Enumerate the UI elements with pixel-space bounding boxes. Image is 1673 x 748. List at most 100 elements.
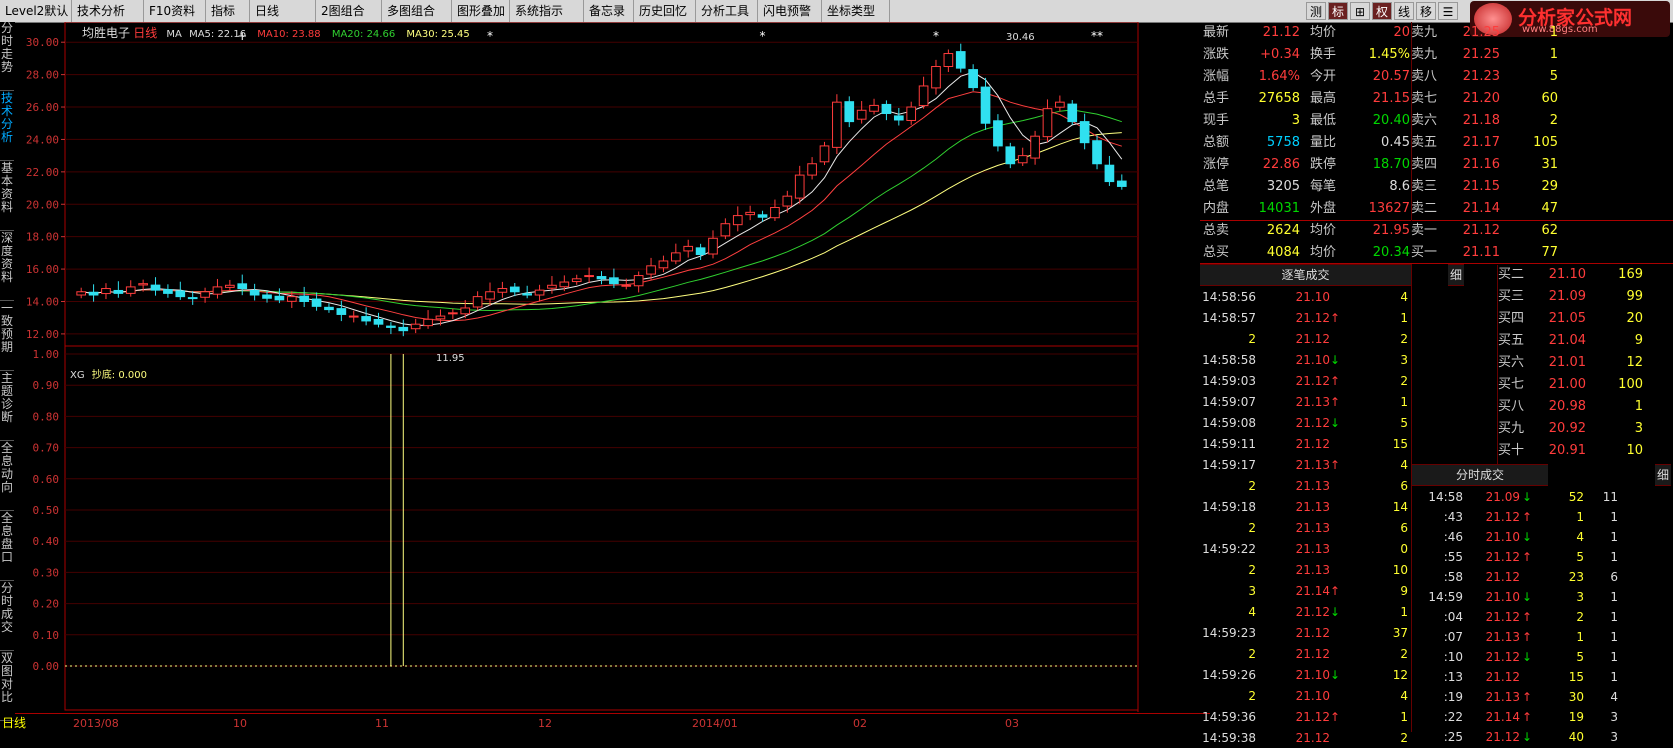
minute-trade-volume: 23 [1568,570,1584,584]
arrow-up-icon [1330,644,1344,664]
toolbar-level2-default[interactable]: Level2默认 [0,0,72,22]
trade-time: 14:59:38 [1202,731,1256,745]
line-icon[interactable]: 线 [1394,2,1414,20]
trade-volume: 3 [1400,353,1408,367]
side-tab-compare[interactable]: 双图对比 [0,652,14,721]
minute-trade-price: 21.10 [1485,530,1520,544]
candle-body [993,120,1003,147]
period-switch-tab[interactable]: 日线 [2,714,26,731]
minute-trade-count: 1 [1610,650,1618,664]
trade-price: 21.10 [1295,668,1330,682]
toolbar-daily[interactable]: 日线 [250,0,316,22]
book-price: 21.09 [1548,289,1586,304]
side-tab-diagnosis[interactable]: 主题诊断 [0,372,14,441]
arrow-up-icon [1330,518,1344,538]
candle-body [658,260,669,269]
quote-label: 外盘 [1310,201,1337,216]
quote-value: 14031 [1258,201,1300,216]
trade-price: 21.12 [1295,374,1330,388]
toolbar-indicator[interactable]: 指标 [206,0,250,22]
arrow-down-icon: ↓ [1522,490,1533,504]
toolbar-tech-analysis[interactable]: 技术分析 [72,0,144,22]
move-icon[interactable]: 移 [1416,2,1436,20]
trade-price: 21.13 [1295,500,1330,514]
side-tab-deep-info[interactable]: 深度资料 [0,232,14,301]
toolbar-axis-type[interactable]: 坐标类型 [822,0,890,22]
candle-body [212,286,223,295]
toolbar-analysis-tools[interactable]: 分析工具 [696,0,758,22]
minute-trade-count: 6 [1610,570,1618,584]
trade-volume: 6 [1400,479,1408,493]
book-volume: 12 [1626,355,1643,370]
date-label: 12 [538,717,552,730]
trade-volume: 0 [1400,542,1408,556]
candle-body [683,245,694,252]
measure-icon[interactable]: 测 [1306,2,1326,20]
arrow-up-icon [1522,567,1534,587]
grid-icon[interactable]: ⊞ [1350,2,1370,20]
rights-icon[interactable]: 权 [1372,2,1392,20]
toolbar-multi-chart-combo[interactable]: 多图组合 [382,0,452,22]
toolbar-memo[interactable]: 备忘录 [584,0,634,22]
side-tab-intraday[interactable]: 分时走势 [0,22,14,91]
toolbar-system-signal[interactable]: 系统指示 [510,0,584,22]
candle-body [968,69,978,89]
minute-trade-volume: 19 [1568,710,1584,724]
side-tab-tech-analysis[interactable]: 技术分析 [0,92,14,161]
quote-label: 总卖 [1203,223,1230,238]
minute-trades-detail-button[interactable]: 细 [1655,464,1671,486]
candle-body [832,101,842,148]
book-price: 21.20 [1462,91,1500,106]
candle-body [708,237,718,255]
minute-trade-count: 4 [1610,690,1618,704]
menu-icon[interactable]: ☰ [1438,2,1458,20]
minute-trade-count: 1 [1610,530,1618,544]
ma10-line [81,91,1122,322]
candle-body [770,206,780,219]
toolbar-f10[interactable]: F10资料 [144,0,206,22]
minute-trade-time: :43 [1443,510,1463,524]
toolbar-history[interactable]: 历史回忆 [634,0,696,22]
candle-body [138,283,148,286]
toolbar-flash-alert[interactable]: 闪电预警 [758,0,822,22]
candle-body [1055,101,1065,108]
trade-volume: 37 [1392,626,1408,640]
kline-chart[interactable]: 30.00 28.00 26.00 24.00 22.00 20.00 18.00 16.00… [15,22,1210,712]
minute-trade-time: :04 [1443,610,1463,624]
tick-trades-header[interactable]: 逐笔成交 [1200,264,1411,286]
arrow-up-icon: ↑ [1330,584,1341,598]
side-tab-minute-trades[interactable]: 分时成交 [0,582,14,651]
candle-body [472,296,483,308]
tick-trades-detail-button[interactable]: 细 [1448,264,1464,286]
trade-time: 14:59:03 [1202,374,1256,388]
trade-price: 21.13 [1295,563,1330,577]
candle-body [348,315,359,318]
quote-value: +0.34 [1260,47,1300,62]
candle-body [745,211,755,216]
trade-volume: 2 [1400,374,1408,388]
candle-body [844,101,855,123]
trade-volume: 5 [1400,416,1408,430]
book-volume: 31 [1541,157,1558,172]
minute-trades-header[interactable]: 分时成交 [1412,464,1548,486]
candle-body [460,307,471,315]
side-tab-basic-info[interactable]: 基本资料 [0,162,14,231]
trade-price: 21.12 [1295,626,1330,640]
candle-body [732,215,743,226]
minute-trade-time: 14:59 [1428,590,1463,604]
book-price: 21.15 [1462,179,1500,194]
side-tab-holo-book[interactable]: 全息盘口 [0,512,14,581]
event-marker: * [760,29,766,43]
ind-tick-label: 0.10 [33,629,60,642]
quote-label: 今开 [1310,69,1337,84]
trade-price: 21.10 [1295,290,1330,304]
side-tab-holo-trend[interactable]: 全息动向 [0,442,14,511]
candle-body [1042,108,1053,138]
toolbar-overlay[interactable]: 图形叠加 [452,0,510,22]
trade-time: 14:59:17 [1202,458,1256,472]
candle-body [274,295,285,301]
mark-icon[interactable]: 标 [1328,2,1348,20]
toolbar-2-chart-combo[interactable]: 2图组合 [316,0,382,22]
side-tab-consensus[interactable]: 一致预期 [0,302,14,371]
quote-value: 8.6 [1389,179,1410,194]
